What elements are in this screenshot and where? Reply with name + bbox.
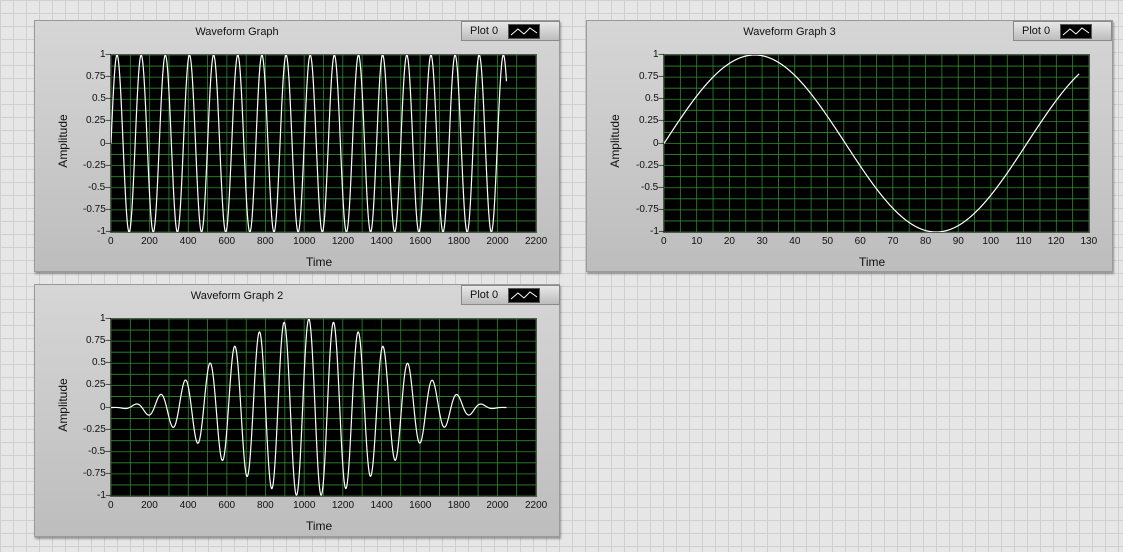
x-tick-label: 1000: [293, 500, 316, 511]
y-tick-label: 0–: [100, 137, 112, 149]
graph-title: Waveform Graph 2: [190, 290, 284, 302]
x-tick-label: 400: [179, 236, 197, 247]
y-axis-label: Amplitude: [56, 378, 70, 432]
y-tick-label: -0.75–: [83, 203, 112, 215]
x-tick-label: 1400: [370, 500, 393, 511]
x-tick-label: 0: [108, 236, 114, 247]
y-tick-label: 0.75–: [86, 335, 112, 347]
y-tick-label: -0.5–: [88, 181, 111, 193]
x-tick-label: 0: [661, 236, 667, 247]
x-tick-label: 400: [179, 500, 197, 511]
y-tick-label: -0.75–: [636, 203, 665, 215]
x-tick-label: 40: [789, 236, 801, 247]
x-tick-label: 800: [257, 500, 274, 511]
x-tick-label: 1600: [409, 236, 432, 247]
y-tick-label: 0.5–: [92, 357, 112, 369]
graph-title: Waveform Graph 3: [743, 26, 836, 38]
y-tick-label: -1–: [650, 226, 665, 237]
x-axis-label: Time: [859, 255, 886, 269]
line-style-icon[interactable]: [508, 287, 541, 303]
waveform-graph-panel: Waveform Graph Amplitude Time 0 200 400 600…: [34, 20, 560, 272]
plot-legend[interactable]: Plot 0: [1013, 21, 1112, 41]
x-tick-label: 1000: [293, 236, 316, 247]
y-tick-label: -0.5–: [641, 181, 664, 193]
plot-svg: [111, 319, 536, 496]
y-tick-label: 0–: [100, 401, 112, 413]
plot-svg: [664, 55, 1089, 232]
plot-area[interactable]: [110, 54, 537, 233]
x-tick-label: 1200: [331, 500, 355, 511]
line-style-icon[interactable]: [1060, 23, 1093, 39]
y-tick-label: -0.25–: [83, 159, 112, 171]
x-tick-label: 90: [952, 236, 964, 247]
x-tick-label: 100: [982, 236, 1000, 247]
x-tick-label: 800: [257, 236, 274, 247]
x-tick-label: 120: [1047, 236, 1065, 247]
y-tick-label: 0.25–: [86, 379, 112, 391]
y-tick-label: 0.5–: [92, 93, 112, 105]
plot-legend[interactable]: Plot 0: [461, 285, 560, 305]
y-tick-label: -1–: [97, 226, 112, 237]
x-tick-label: 60: [854, 236, 866, 247]
y-tick-label: 0.25–: [86, 115, 112, 127]
x-tick-label: 50: [821, 236, 834, 247]
x-tick-label: 2200: [525, 500, 548, 511]
x-tick-label: 10: [691, 236, 703, 247]
plot-area[interactable]: [663, 54, 1090, 233]
plot-svg: [111, 55, 536, 232]
x-tick-label: 2000: [486, 500, 509, 511]
x-tick-label: 1800: [447, 500, 470, 511]
x-tick-label: 2000: [486, 236, 509, 247]
x-tick-label: 80: [920, 236, 932, 247]
plot-legend[interactable]: Plot 0: [461, 21, 560, 41]
y-tick-label: 1–: [653, 49, 665, 60]
y-tick-label: 0.75–: [86, 71, 112, 83]
x-tick-label: 200: [141, 500, 158, 511]
x-tick-label: 600: [218, 500, 236, 511]
x-axis-label: Time: [306, 255, 333, 269]
series-line-plot-0: [111, 319, 507, 496]
x-tick-label: 1400: [370, 236, 393, 247]
y-tick-label: -0.25–: [83, 423, 112, 435]
x-tick-label: 20: [723, 236, 735, 247]
y-tick-label: 0.25–: [639, 115, 665, 127]
y-tick-label: 0.5–: [645, 93, 665, 105]
y-tick-label: 1–: [100, 49, 112, 60]
x-tick-label: 200: [141, 236, 158, 247]
y-tick-label: -0.25–: [636, 159, 665, 171]
graph-title: Waveform Graph: [195, 26, 279, 38]
y-tick-label: 1–: [100, 313, 112, 324]
y-axis-label: Amplitude: [56, 114, 70, 168]
x-tick-label: 130: [1080, 236, 1098, 247]
x-tick-label: 30: [756, 236, 768, 247]
x-tick-label: 70: [887, 236, 899, 247]
x-tick-label: 110: [1015, 236, 1032, 247]
x-tick-label: 2200: [525, 236, 548, 247]
x-tick-label: 1200: [331, 236, 355, 247]
x-axis-label: Time: [306, 519, 333, 533]
y-tick-label: -0.75–: [83, 467, 112, 479]
plot-area[interactable]: [110, 318, 537, 497]
line-style-icon[interactable]: [508, 23, 541, 39]
x-tick-label: 1600: [409, 500, 432, 511]
y-tick-label: -0.5–: [88, 445, 111, 457]
legend-label: Plot 0: [470, 25, 499, 37]
y-tick-label: -1–: [97, 490, 112, 501]
y-tick-label: 0–: [653, 137, 665, 149]
legend-label: Plot 0: [1022, 25, 1051, 37]
x-tick-label: 0: [108, 500, 114, 511]
y-tick-label: 0.75–: [639, 71, 665, 83]
legend-label: Plot 0: [470, 289, 499, 301]
waveform-graph-3-panel: Waveform Graph 3 Amplitude Time 0 10 20 30 4…: [586, 20, 1113, 272]
x-tick-label: 1800: [447, 236, 470, 247]
waveform-graph-2-panel: Waveform Graph 2 Amplitude Time 0 200 400 6…: [34, 284, 560, 537]
x-tick-label: 600: [218, 236, 236, 247]
y-axis-label: Amplitude: [608, 114, 622, 168]
